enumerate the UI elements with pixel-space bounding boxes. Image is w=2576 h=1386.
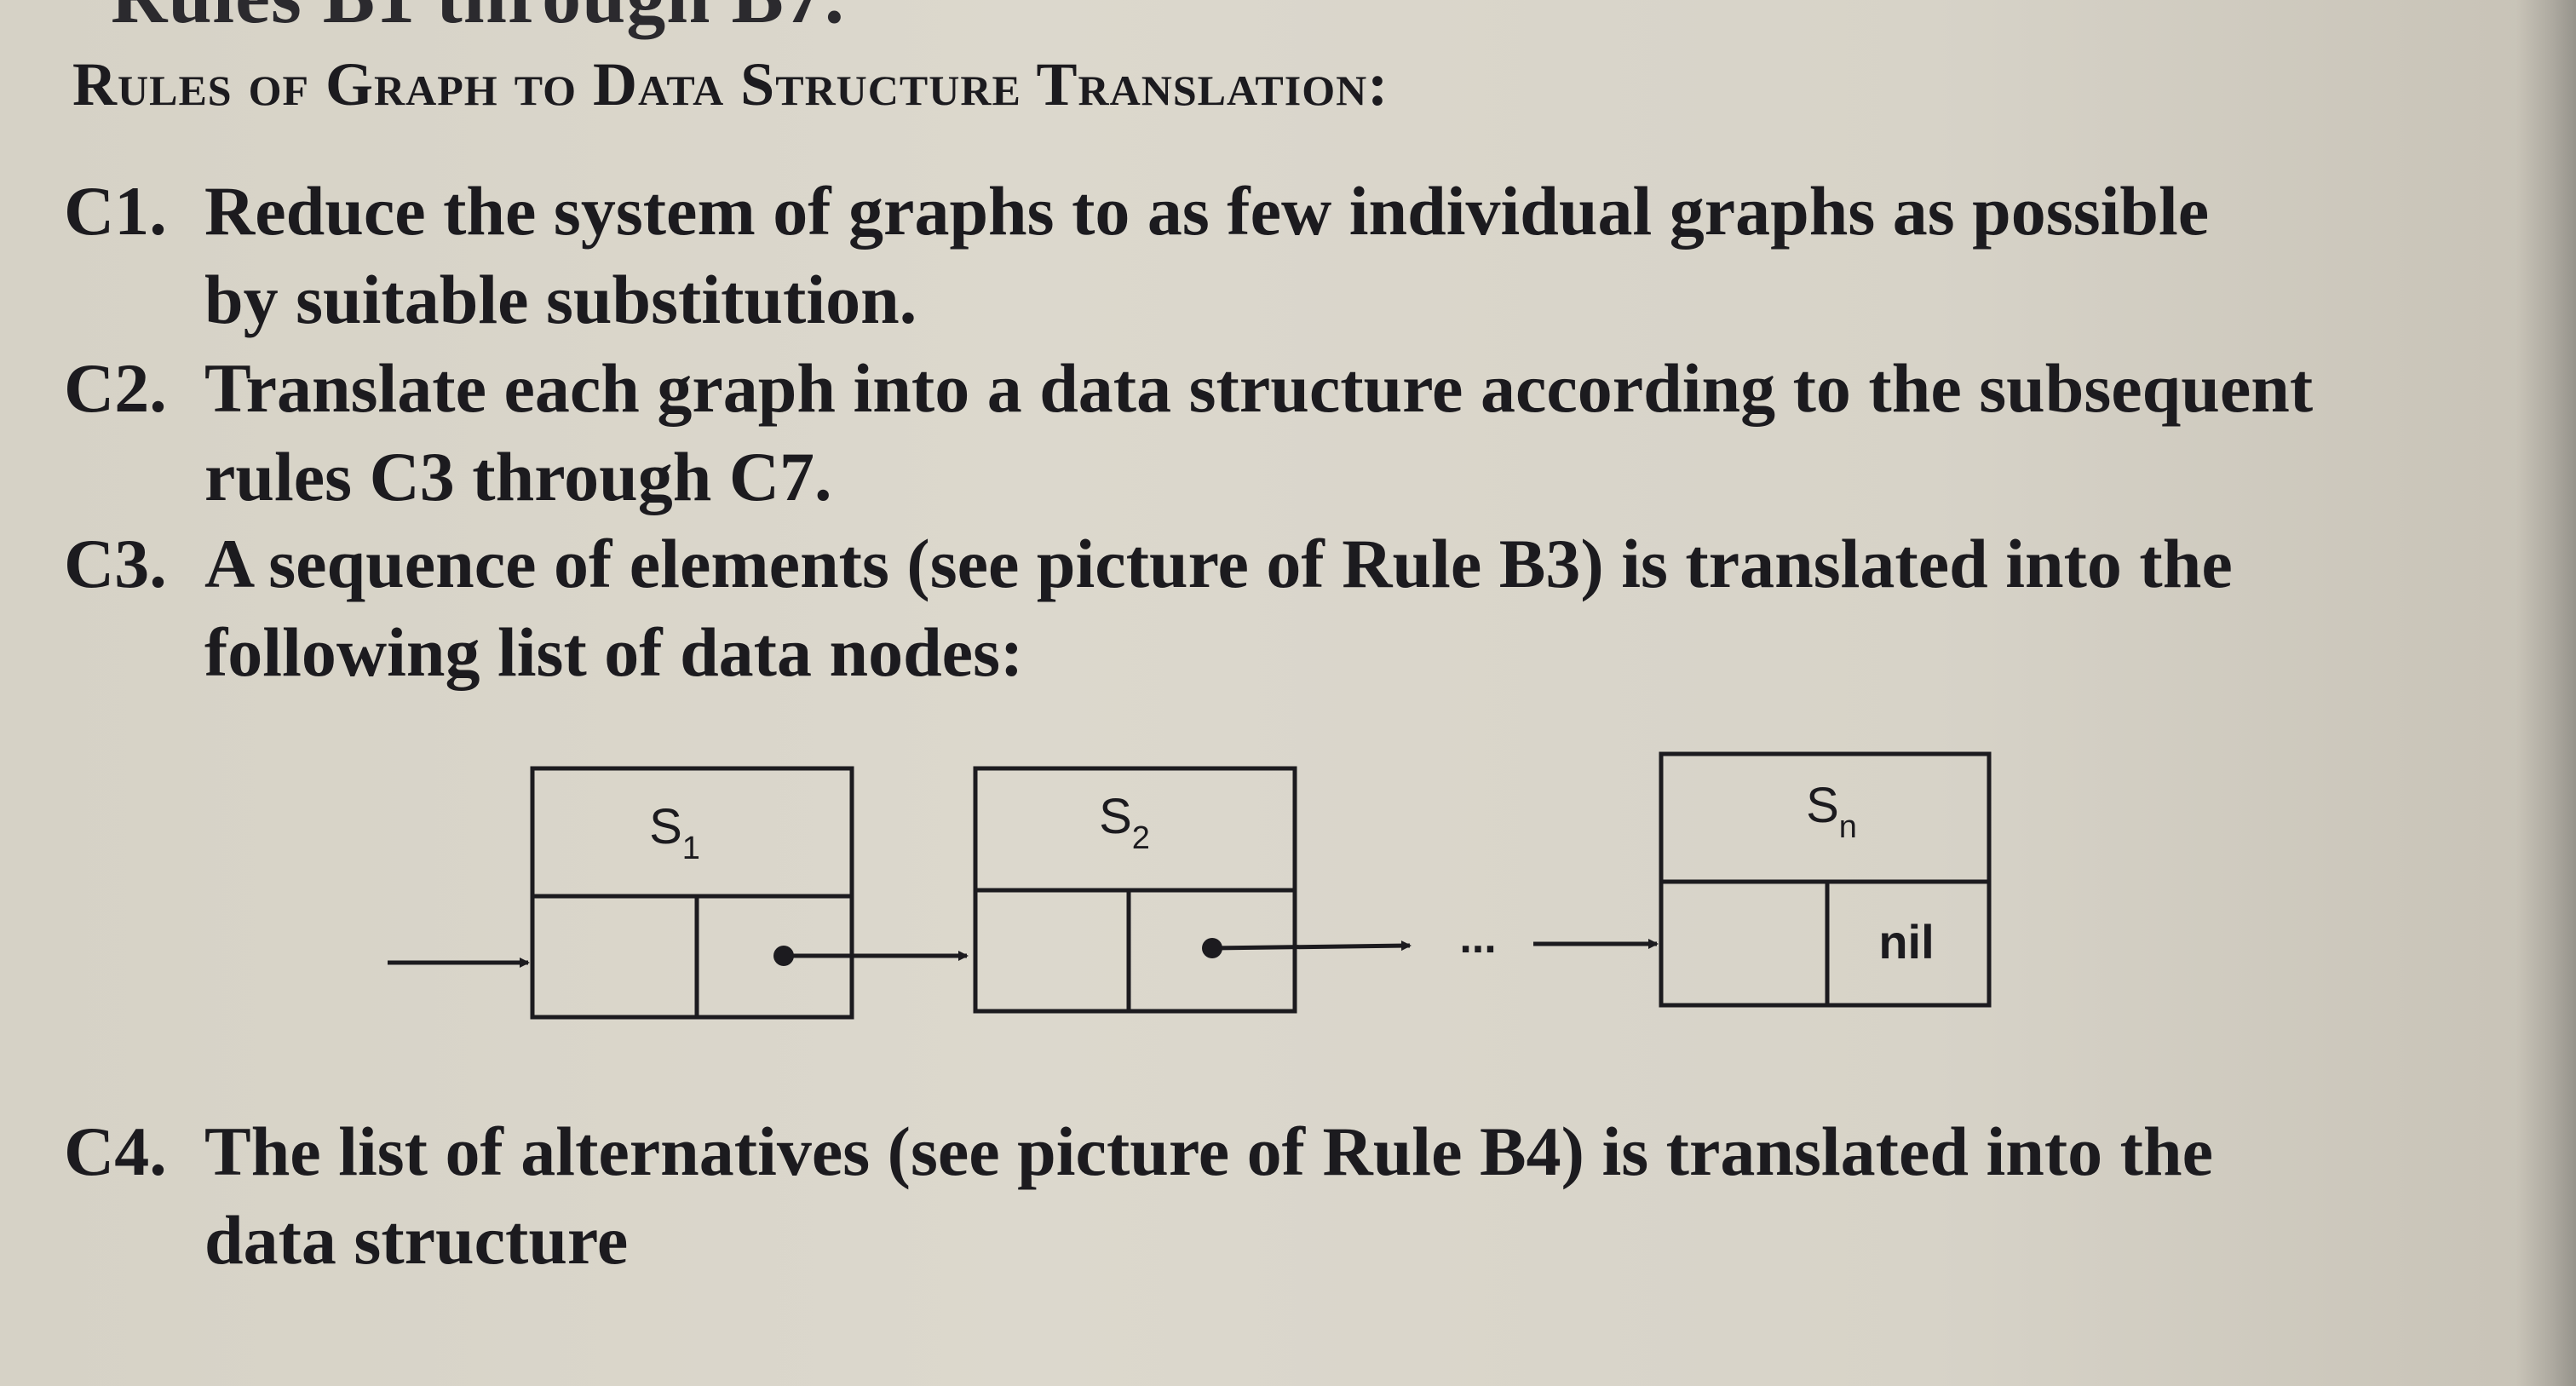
rule-c2: C2. Translate each graph into a data stru… xyxy=(64,344,2534,521)
rule-c4-label: C4. xyxy=(64,1113,167,1190)
rule-c3-line-2: following list of data nodes: xyxy=(204,613,1024,691)
rule-c4-line-2: data structure xyxy=(204,1201,629,1279)
section-title: Rules of Graph to Data Structure Transla… xyxy=(72,50,1389,118)
rule-c1-line-1: Reduce the system of graphs to as few in… xyxy=(204,172,2210,250)
rule-c3-line-1: A sequence of elements (see picture of R… xyxy=(204,525,2233,602)
rule-c3: C3. A sequence of elements (see picture o… xyxy=(64,520,2534,697)
rule-c2-line-1: Translate each graph into a data structu… xyxy=(204,349,2314,427)
rule-c1: C1. Reduce the system of graphs to as few… xyxy=(64,167,2534,344)
rule-c4: C4. The list of alternatives (see picture… xyxy=(64,1107,2534,1285)
rule-c1-label: C1. xyxy=(64,172,167,250)
previous-line-fragment: Rules B1 through B7. xyxy=(111,0,845,41)
rule-c3-label: C3. xyxy=(64,525,167,602)
rule-c2-line-2: rules C3 through C7. xyxy=(204,438,832,515)
rule-c2-label: C2. xyxy=(64,349,167,427)
rule-c1-line-2: by suitable substitution. xyxy=(204,261,917,338)
rule-c4-line-1: The list of alternatives (see picture of… xyxy=(204,1113,2213,1190)
